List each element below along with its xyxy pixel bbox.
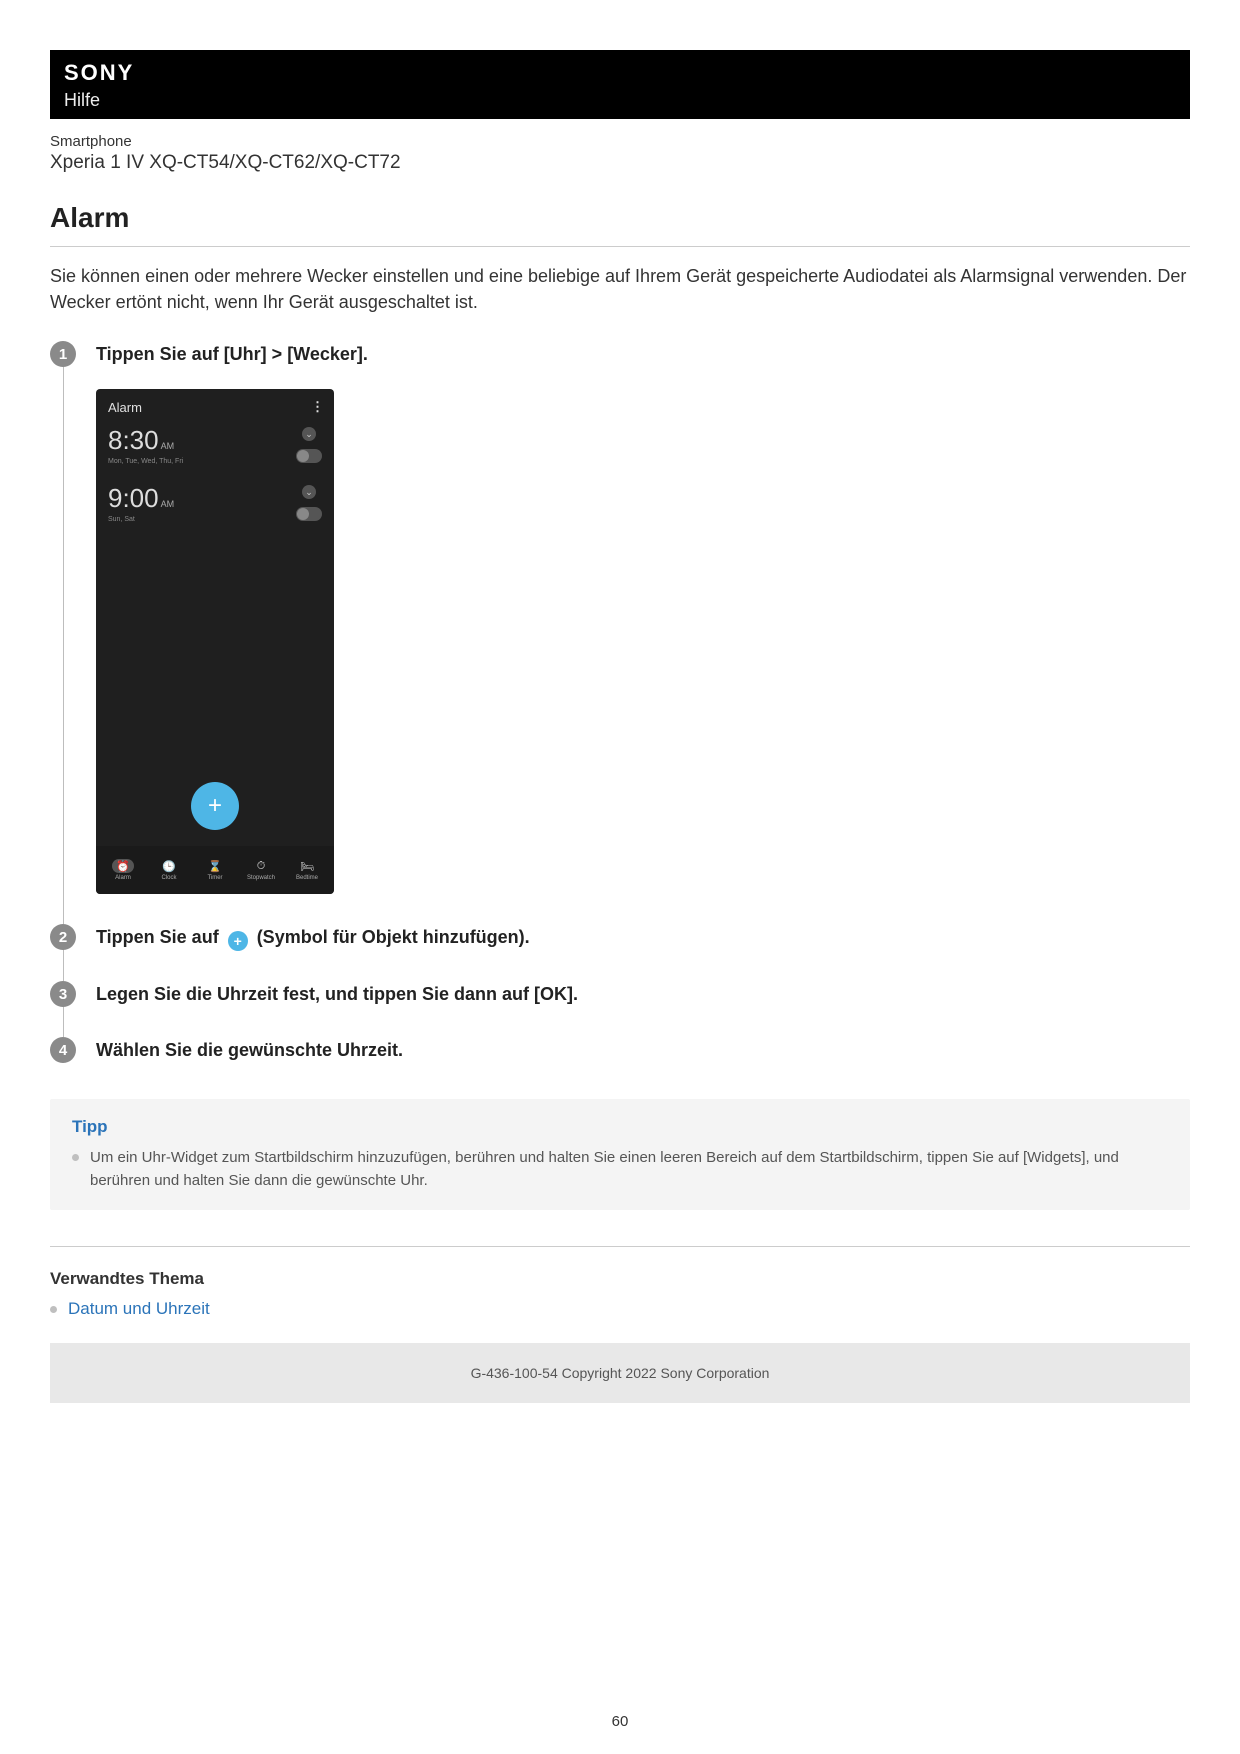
- nav-tab-stopwatch[interactable]: ⏱ Stopwatch: [238, 859, 284, 881]
- alarm-entry-2[interactable]: 9:00AM Sun, Sat ⌄: [96, 479, 334, 537]
- alarm-2-toggle[interactable]: [296, 507, 322, 521]
- step-list: 1 Tippen Sie auf [Uhr] > [Wecker]. Alarm…: [50, 341, 1190, 1063]
- nav-tab-timer[interactable]: ⌛ Timer: [192, 859, 238, 881]
- step-3: 3 Legen Sie die Uhrzeit fest, und tippen…: [50, 981, 1190, 1007]
- add-alarm-fab[interactable]: +: [191, 782, 239, 830]
- nav-label-stopwatch: Stopwatch: [247, 875, 275, 881]
- step-1-number-badge: 1: [50, 341, 76, 367]
- device-category: Smartphone: [50, 133, 1190, 150]
- nav-tab-clock[interactable]: 🕒 Clock: [146, 859, 192, 881]
- related-link-datetime[interactable]: Datum und Uhrzeit: [68, 1299, 210, 1318]
- alarm-icon: ⏰: [112, 859, 134, 873]
- related-list: Datum und Uhrzeit: [50, 1299, 1190, 1319]
- tip-list: Um ein Uhr-Widget zum Startbildschirm hi…: [72, 1147, 1168, 1192]
- page-title: Alarm: [50, 202, 1190, 234]
- phone-screenshot: Alarm ⋮ 8:30AM Mon, Tue, Wed, Thu, Fri ⌄: [96, 389, 334, 894]
- step-2-title-after: (Symbol für Objekt hinzufügen).: [252, 927, 530, 947]
- alarm-2-days: Sun, Sat: [108, 516, 322, 523]
- alarm-2-ampm: AM: [161, 499, 175, 509]
- alarm-1-time: 8:30: [108, 425, 159, 455]
- alarm-entry-1[interactable]: 8:30AM Mon, Tue, Wed, Thu, Fri ⌄: [96, 421, 334, 479]
- add-icon: +: [228, 931, 248, 951]
- related-divider: [50, 1246, 1190, 1247]
- step-2: 2 Tippen Sie auf + (Symbol für Objekt hi…: [50, 924, 1190, 951]
- step-2-title-before: Tippen Sie auf: [96, 927, 224, 947]
- help-label: Hilfe: [64, 90, 1176, 111]
- page-number: 60: [0, 1713, 1240, 1730]
- nav-tab-bedtime[interactable]: 🛏 Bedtime: [284, 859, 330, 881]
- step-1: 1 Tippen Sie auf [Uhr] > [Wecker]. Alarm…: [50, 341, 1190, 894]
- intro-text: Sie können einen oder mehrere Wecker ein…: [50, 263, 1190, 315]
- nav-label-bedtime: Bedtime: [296, 875, 318, 881]
- related-item-1: Datum und Uhrzeit: [50, 1299, 1190, 1319]
- stopwatch-icon: ⏱: [250, 859, 272, 873]
- footer-copyright: G-436-100-54 Copyright 2022 Sony Corpora…: [50, 1343, 1190, 1403]
- nav-label-alarm: Alarm: [115, 875, 131, 881]
- title-divider: [50, 246, 1190, 247]
- step-3-title: Legen Sie die Uhrzeit fest, und tippen S…: [96, 981, 1190, 1007]
- alarm-2-time: 9:00: [108, 483, 159, 513]
- nav-label-timer: Timer: [207, 875, 222, 881]
- phone-app-header: Alarm ⋮: [96, 389, 334, 421]
- nav-label-clock: Clock: [161, 875, 176, 881]
- step-3-number-badge: 3: [50, 981, 76, 1007]
- alarm-1-toggle[interactable]: [296, 449, 322, 463]
- related-heading: Verwandtes Thema: [50, 1269, 1190, 1289]
- phone-bottom-nav: ⏰ Alarm 🕒 Clock ⌛ Timer ⏱ Stopwatch: [96, 846, 334, 894]
- overflow-menu-icon[interactable]: ⋮: [311, 399, 322, 415]
- step-4-title: Wählen Sie die gewünschte Uhrzeit.: [96, 1037, 1190, 1063]
- brand-logo: SONY: [64, 60, 1176, 86]
- tip-box: Tipp Um ein Uhr-Widget zum Startbildschi…: [50, 1099, 1190, 1210]
- step-2-title: Tippen Sie auf + (Symbol für Objekt hinz…: [96, 924, 1190, 951]
- nav-tab-alarm[interactable]: ⏰ Alarm: [100, 859, 146, 881]
- hourglass-icon: ⌛: [204, 859, 226, 873]
- tip-item-1: Um ein Uhr-Widget zum Startbildschirm hi…: [72, 1147, 1168, 1192]
- bed-icon: 🛏: [296, 859, 318, 873]
- step-4: 4 Wählen Sie die gewünschte Uhrzeit.: [50, 1037, 1190, 1063]
- clock-icon: 🕒: [158, 859, 180, 873]
- phone-app-title: Alarm: [108, 400, 142, 415]
- chevron-down-icon[interactable]: ⌄: [302, 427, 316, 441]
- alarm-1-ampm: AM: [161, 441, 175, 451]
- chevron-down-icon[interactable]: ⌄: [302, 485, 316, 499]
- device-model: Xperia 1 IV XQ-CT54/XQ-CT62/XQ-CT72: [50, 152, 1190, 174]
- step-4-number-badge: 4: [50, 1037, 76, 1063]
- step-2-number-badge: 2: [50, 924, 76, 950]
- page-container: SONY Hilfe Smartphone Xperia 1 IV XQ-CT5…: [0, 0, 1240, 1754]
- tip-heading: Tipp: [72, 1117, 1168, 1137]
- step-1-title: Tippen Sie auf [Uhr] > [Wecker].: [96, 341, 1190, 367]
- alarm-1-days: Mon, Tue, Wed, Thu, Fri: [108, 458, 322, 465]
- top-header-bar: SONY Hilfe: [50, 50, 1190, 119]
